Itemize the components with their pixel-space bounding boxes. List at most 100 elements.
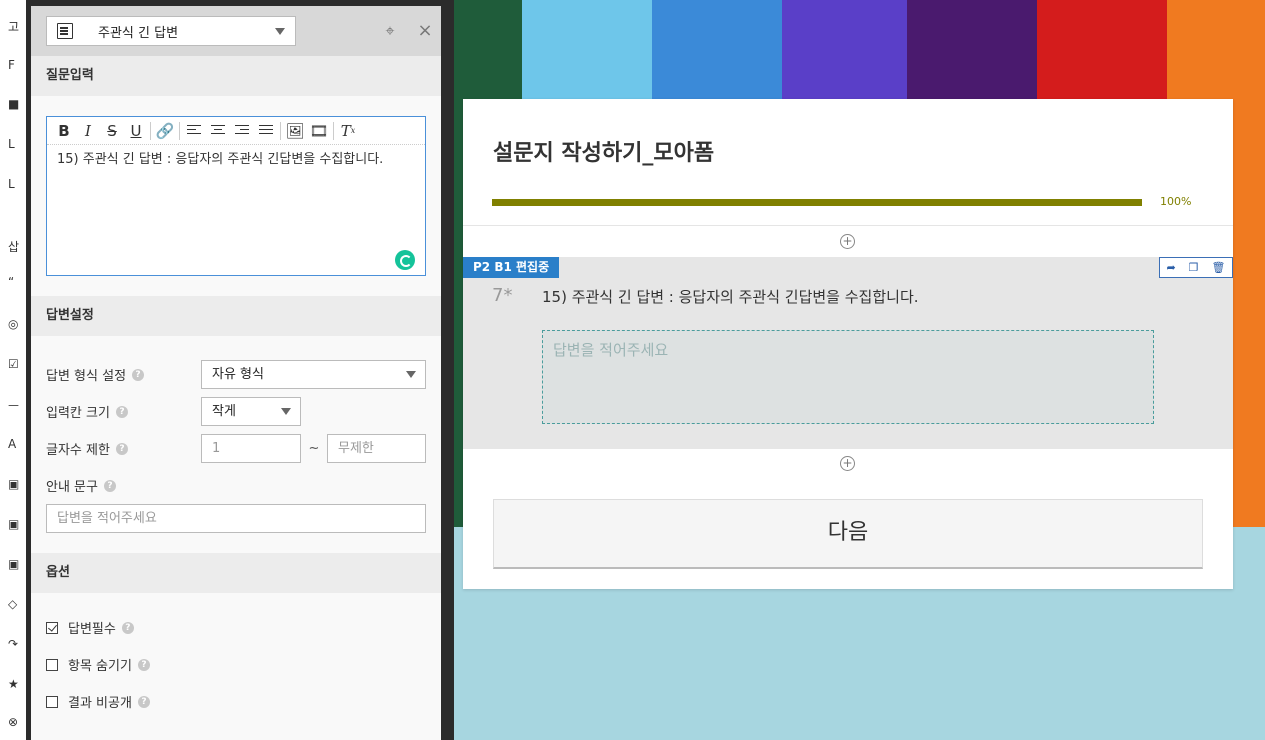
copy-icon[interactable]: ❐ <box>1189 261 1199 274</box>
sliver-glyph[interactable]: ↷ <box>8 637 18 651</box>
checkbox[interactable] <box>46 621 58 634</box>
toolbar-divider <box>150 121 151 140</box>
checkbox[interactable] <box>46 695 58 708</box>
move-icon[interactable]: ➦ <box>1166 261 1175 274</box>
sliver-glyph[interactable]: ▣ <box>8 557 19 571</box>
sliver-glyph[interactable]: A <box>8 437 16 451</box>
editor-content[interactable]: 15) 주관식 긴 답변 : 응답자의 주관식 긴답변을 수집합니다. <box>47 145 425 175</box>
help-icon[interactable]: ? <box>132 368 145 381</box>
answer-settings-title: 답변설정 <box>31 296 441 336</box>
answer-format-row: 답변 형식 설정 ? 자유 형식 <box>46 356 426 393</box>
help-icon[interactable]: ? <box>137 695 150 708</box>
option-required[interactable]: 답변필수 ? <box>46 609 426 646</box>
sliver-glyph[interactable]: F <box>8 58 15 72</box>
sliver-glyph[interactable]: ◇ <box>8 597 17 611</box>
question-text-editor[interactable]: B I S U 🔗 🖼 🎞 T x 15) 주관식 긴 답변: 응답자의 주관… <box>46 116 426 276</box>
progress-fill <box>492 199 1142 206</box>
sliver-glyph[interactable]: ☑ <box>8 357 19 371</box>
guide-text-row: 안내 문구 ? <box>46 467 426 504</box>
option-label: 결과 비공개 <box>68 696 132 711</box>
sliver-glyph[interactable]: ■ <box>8 97 19 111</box>
sliver-glyph[interactable]: L <box>8 137 15 151</box>
underline-icon[interactable]: U <box>124 121 148 141</box>
sliver-glyph[interactable]: “ <box>8 275 14 289</box>
toolbar-divider <box>333 121 334 140</box>
option-hide-item[interactable]: 항목 숨기기 ? <box>46 646 426 683</box>
question-text: 15) 주관식 긴 답변 : 응답자의 주관식 긴답변을 수집합니다. <box>542 288 919 306</box>
bold-icon[interactable]: B <box>52 121 76 141</box>
align-left-icon[interactable] <box>182 121 206 141</box>
chevron-down-icon <box>281 408 291 415</box>
char-limit-max-input[interactable]: 무제한 <box>327 434 426 463</box>
video-icon[interactable]: 🎞 <box>307 121 331 141</box>
toolbar-divider <box>179 121 180 140</box>
add-block-icon[interactable]: + <box>840 234 855 249</box>
guide-text-text: 안내 문구 <box>46 480 98 495</box>
sliver-glyph[interactable]: ▣ <box>8 517 19 531</box>
clear-format-icon[interactable]: Tx <box>336 121 360 141</box>
next-button[interactable]: 다음 <box>493 499 1203 569</box>
question-type-label: 주관식 긴 답변 <box>98 25 179 41</box>
block-tools: ➦ ❐ 🗑 <box>1159 257 1233 278</box>
sliver-glyph[interactable]: ◎ <box>8 317 18 331</box>
strikethrough-icon[interactable]: S <box>100 121 124 141</box>
answer-textarea[interactable]: 답변을 적어주세요 <box>542 330 1154 424</box>
help-icon[interactable]: ? <box>121 621 134 634</box>
answer-placeholder: 답변을 적어주세요 <box>553 341 669 359</box>
question-block[interactable]: P2 B1 편집중 ➦ ❐ 🗑 7* 15) 주관식 긴 답변 : 응답자의 주… <box>463 257 1233 449</box>
chevron-down-icon <box>275 28 285 35</box>
add-block-icon[interactable]: + <box>840 456 855 471</box>
input-size-row: 입력칸 크기 ? 작게 <box>46 393 426 430</box>
question-number: 7* <box>492 285 513 306</box>
sliver-glyph[interactable]: ★ <box>8 677 19 691</box>
align-center-icon[interactable] <box>206 121 230 141</box>
help-icon[interactable]: ? <box>137 658 150 671</box>
input-size-text: 입력칸 크기 <box>46 406 110 421</box>
option-label: 항목 숨기기 <box>68 659 132 674</box>
sliver-glyph[interactable]: ⊗ <box>8 715 18 729</box>
options-section: 답변필수 ? 항목 숨기기 ? 결과 비공개 ? <box>31 593 441 740</box>
input-size-label: 입력칸 크기 ? <box>46 402 201 421</box>
grammarly-icon[interactable] <box>395 250 415 270</box>
question-type-select[interactable]: 주관식 긴 답변 <box>46 16 296 46</box>
option-private-result[interactable]: 결과 비공개 ? <box>46 683 426 720</box>
range-separator: ~ <box>308 441 320 456</box>
question-input-section: B I S U 🔗 🖼 🎞 T x 15) 주관식 긴 답변: 응답자의 주관… <box>31 96 441 296</box>
char-limit-row: 글자수 제한 ? 1 ~ 무제한 <box>46 430 426 467</box>
answer-format-select[interactable]: 자유 형식 <box>201 360 426 389</box>
guide-text-label: 안내 문구 ? <box>46 476 201 495</box>
close-icon[interactable]: × <box>416 22 434 40</box>
char-limit-text: 글자수 제한 <box>46 443 110 458</box>
checkbox[interactable] <box>46 658 58 671</box>
link-icon[interactable]: 🔗 <box>153 121 177 141</box>
italic-icon[interactable]: I <box>76 121 100 141</box>
input-size-value: 작게 <box>212 404 236 419</box>
progress-bar <box>492 199 1142 206</box>
editor-toolbar: B I S U 🔗 🖼 🎞 T x <box>47 117 425 145</box>
align-justify-icon[interactable] <box>254 121 278 141</box>
answer-format-label: 답변 형식 설정 ? <box>46 365 201 384</box>
sliver-glyph[interactable]: ▣ <box>8 477 19 491</box>
question-type-header: 주관식 긴 답변 ⌖ × <box>31 6 441 56</box>
option-label: 답변필수 <box>68 622 116 637</box>
answer-format-text: 답변 형식 설정 <box>46 369 127 384</box>
sliver-glyph[interactable]: L <box>8 177 15 191</box>
help-icon[interactable]: ? <box>115 442 128 455</box>
progress-text: 100% <box>1160 195 1192 208</box>
char-limit-min-input[interactable]: 1 <box>201 434 301 463</box>
crosshair-icon[interactable]: ⌖ <box>381 22 399 40</box>
guide-text-input[interactable]: 답변을 적어주세요 <box>46 504 426 533</box>
char-limit-label: 글자수 제한 ? <box>46 439 201 458</box>
help-icon[interactable]: ? <box>103 479 116 492</box>
delete-icon[interactable]: 🗑 <box>1212 261 1226 274</box>
sliver-glyph: 삽 <box>8 240 20 254</box>
image-icon[interactable]: 🖼 <box>283 121 307 141</box>
question-editor-content: 주관식 긴 답변 ⌖ × 질문입력 B I S U 🔗 🖼 🎞 T x 15) … <box>31 6 441 740</box>
align-right-icon[interactable] <box>230 121 254 141</box>
sliver-glyph[interactable]: ㅡ <box>8 397 19 414</box>
toolbar-divider <box>280 121 281 140</box>
help-icon[interactable]: ? <box>115 405 128 418</box>
input-size-select[interactable]: 작게 <box>201 397 301 426</box>
sliver-glyph: 고 <box>8 20 20 34</box>
survey-title: 설문지 작성하기_모아폼 <box>493 141 715 166</box>
